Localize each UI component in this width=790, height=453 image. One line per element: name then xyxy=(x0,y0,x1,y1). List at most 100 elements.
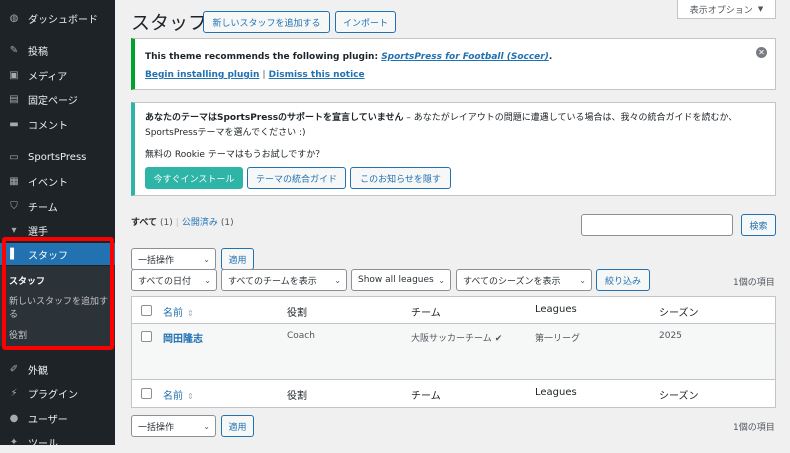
pin-icon: ✎ xyxy=(9,44,19,56)
menu-label: イベント xyxy=(28,177,68,189)
screen-options-label: 表示オプション xyxy=(689,5,753,16)
close-icon[interactable]: ✕ xyxy=(756,47,767,58)
select-value: 一括操作 xyxy=(138,255,175,266)
admin-sidebar: ◍ ダッシュボード ✎ 投稿 ▣ メディア ▤ 固定ページ ▬ コメント ▭ SportsP… xyxy=(0,0,115,450)
menu-label: プラグイン xyxy=(28,389,78,401)
select-value: すべての日付 xyxy=(138,276,192,287)
filter-published-count: (1) xyxy=(220,218,234,228)
import-button[interactable]: インポート xyxy=(335,11,396,33)
add-new-staff-button[interactable]: 新しいスタッフを追加する xyxy=(203,11,330,33)
staff-table: 名前 ⇕ 役割 チーム Leagues シーズン 岡田隆志 Coach 大阪サッカ… xyxy=(131,296,776,408)
chevron-down-icon: ⌄ xyxy=(334,276,341,285)
media-icon: ▣ xyxy=(9,69,19,81)
name-column-header[interactable]: 名前 ⇕ xyxy=(163,304,194,319)
menu-appearance[interactable]: ✐ 外観 xyxy=(0,358,115,380)
dismiss-notice-link[interactable]: Dismiss this notice xyxy=(269,70,365,80)
menu-label: コメント xyxy=(28,120,68,132)
menu-label: ユーザー xyxy=(28,414,68,426)
leagues-column-footer: Leagues xyxy=(535,387,577,398)
menu-label: ダッシュボード xyxy=(28,14,98,26)
team-column-header: チーム xyxy=(411,308,441,319)
table-footer-row: 名前 ⇕ 役割 チーム Leagues シーズン xyxy=(132,380,775,407)
comment-icon: ▬ xyxy=(9,118,19,130)
separator: | xyxy=(262,70,266,80)
page-title: スタッフ xyxy=(131,12,208,34)
select-all-checkbox-bottom[interactable] xyxy=(141,388,152,399)
menu-label: 選手 xyxy=(28,226,48,238)
item-count-bottom: 1個の項目 xyxy=(733,423,775,433)
begin-install-link[interactable]: Begin installing plugin xyxy=(145,70,259,80)
menu-users[interactable]: ● ユーザー xyxy=(0,407,115,429)
chevron-down-icon: ⌄ xyxy=(579,276,586,285)
menu-sportspress[interactable]: ▭ SportsPress xyxy=(0,146,115,168)
menu-pages[interactable]: ▤ 固定ページ xyxy=(0,88,115,110)
chevron-down-icon: ⌄ xyxy=(438,276,445,285)
name-column-footer[interactable]: 名前 ⇕ xyxy=(163,387,194,402)
menu-teams[interactable]: ⛉ チーム xyxy=(0,195,115,217)
screen-options-button[interactable]: 表示オプション ▼ xyxy=(677,0,776,19)
menu-label: メディア xyxy=(28,71,68,83)
menu-events[interactable]: ▦ イベント xyxy=(0,170,115,192)
tool-icon: ✦ xyxy=(9,436,19,448)
dashboard-icon: ◍ xyxy=(9,12,19,24)
team-name: 大阪サッカーチーム xyxy=(411,334,492,344)
install-now-button[interactable]: 今すぐインストール xyxy=(145,167,243,189)
menu-tools[interactable]: ✦ ツール xyxy=(0,431,115,453)
header-label: 名前 xyxy=(163,308,183,319)
table-header-row: 名前 ⇕ 役割 チーム Leagues シーズン xyxy=(132,297,775,324)
chevron-down-icon: ⌄ xyxy=(203,422,210,431)
filter-all-count: (1) xyxy=(160,218,173,228)
plugin-notice-actions: Begin installing plugin | Dismiss this not… xyxy=(145,70,365,80)
notice-period: . xyxy=(548,52,553,62)
select-value: すべてのシーズンを表示 xyxy=(463,276,561,287)
menu-comments[interactable]: ▬ コメント xyxy=(0,113,115,135)
sort-icon: ⇕ xyxy=(187,309,194,318)
season-column-header: シーズン xyxy=(659,308,699,319)
brush-icon: ✐ xyxy=(9,363,19,375)
season-column-footer: シーズン xyxy=(659,391,699,402)
staff-league: 第一リーグ xyxy=(535,334,581,344)
notice2-line3: 無料の Rookie テーマはもうお試しですか？ xyxy=(145,150,325,160)
menu-dashboard[interactable]: ◍ ダッシュボード xyxy=(0,7,115,29)
select-all-checkbox[interactable] xyxy=(141,305,152,316)
sportspress-notice: あなたのテーマはSportsPressのサポートを宣言していません – あなたが… xyxy=(131,102,776,196)
menu-plugins[interactable]: ⚡ プラグイン xyxy=(0,382,115,404)
status-filters: すべて (1) | 公開済み (1) xyxy=(131,215,234,228)
apply-button[interactable]: 適用 xyxy=(221,248,254,270)
team-filter-select[interactable]: すべてのチームを表示 ⌄ xyxy=(221,269,347,291)
search-input[interactable] xyxy=(581,214,733,236)
apply-button-bottom[interactable]: 適用 xyxy=(221,415,254,437)
date-filter-select[interactable]: すべての日付 ⌄ xyxy=(131,269,217,291)
role-column-header: 役割 xyxy=(287,308,307,319)
filter-published[interactable]: 公開済み xyxy=(182,218,218,228)
plugin-icon: ⚡ xyxy=(10,387,18,399)
staff-name-link[interactable]: 岡田隆志 xyxy=(163,330,203,345)
season-filter-select[interactable]: すべてのシーズンを表示 ⌄ xyxy=(456,269,592,291)
row-checkbox[interactable] xyxy=(141,331,152,342)
notice2-line2: SportsPressテーマを選んでください :) xyxy=(145,128,306,138)
page-icon: ▤ xyxy=(9,93,19,105)
hide-notice-button[interactable]: このお知らせを隠す xyxy=(350,167,451,189)
item-count: 1個の項目 xyxy=(733,278,775,288)
leagues-column-header: Leagues xyxy=(535,304,577,315)
bulk-action-select[interactable]: 一括操作 ⌄ xyxy=(131,248,216,270)
plugin-link[interactable]: SportsPress for Football (Soccer) xyxy=(381,52,549,62)
calendar-icon: ▦ xyxy=(9,175,19,187)
menu-label: ツール xyxy=(28,438,58,450)
search-button[interactable]: 検索 xyxy=(741,214,776,236)
select-value: Show all leagues xyxy=(358,275,434,285)
notice2-line1: あなたのテーマはSportsPressのサポートを宣言していません – あなたが… xyxy=(145,110,737,123)
menu-media[interactable]: ▣ メディア xyxy=(0,64,115,86)
check-icon: ✔ xyxy=(494,334,503,344)
filter-button[interactable]: 絞り込み xyxy=(596,269,650,291)
integration-guide-button[interactable]: テーマの統合ガイド xyxy=(247,167,346,189)
menu-posts[interactable]: ✎ 投稿 xyxy=(0,39,115,61)
shirt-icon: ▾ xyxy=(11,224,17,236)
highlight-box xyxy=(2,237,114,350)
staff-season: 2025 xyxy=(659,331,682,341)
filter-all[interactable]: すべて xyxy=(131,218,157,228)
league-filter-select[interactable]: Show all leagues ⌄ xyxy=(351,269,451,291)
shield-icon: ⛉ xyxy=(10,200,18,212)
bulk-action-select-bottom[interactable]: 一括操作 ⌄ xyxy=(131,415,216,437)
notice-text: This theme recommends the following plug… xyxy=(145,52,382,62)
